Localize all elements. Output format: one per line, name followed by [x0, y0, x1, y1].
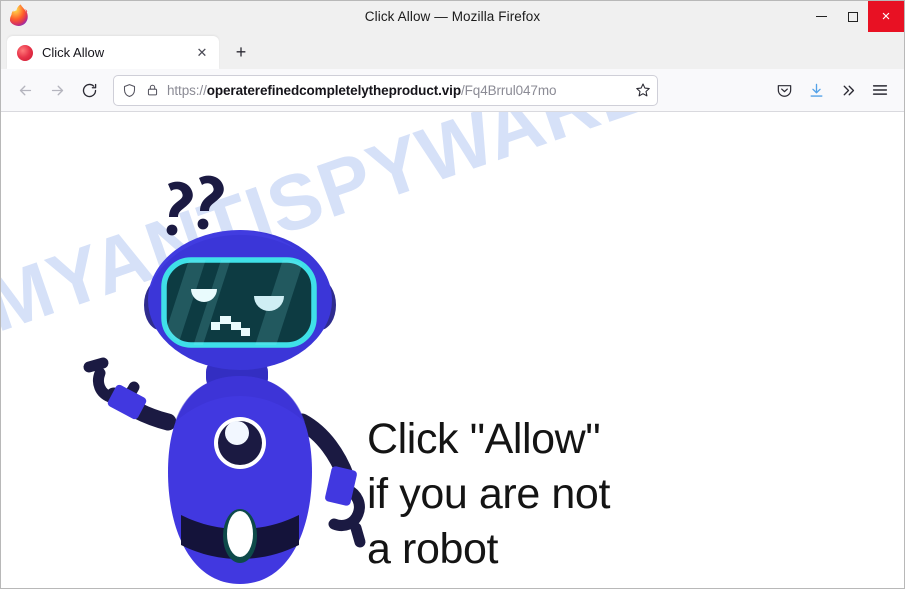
window-title: Click Allow — Mozilla Firefox: [364, 9, 541, 24]
padlock-icon[interactable]: [146, 83, 159, 97]
tab-label: Click Allow: [42, 45, 105, 60]
hamburger-menu-icon[interactable]: [864, 74, 896, 106]
shield-icon[interactable]: [122, 83, 137, 98]
toolbar-right-icons: [768, 74, 896, 106]
back-arrow-icon[interactable]: [9, 74, 41, 106]
star-icon[interactable]: [635, 82, 651, 98]
new-tab-button[interactable]: +: [226, 37, 256, 67]
download-icon[interactable]: [800, 74, 832, 106]
maximize-button[interactable]: [837, 1, 868, 32]
pocket-icon[interactable]: [768, 74, 800, 106]
title-bar: Click Allow — Mozilla Firefox ×: [1, 1, 904, 32]
tab-click-allow[interactable]: Click Allow ✕: [7, 36, 219, 69]
question-marks: [166, 175, 224, 236]
tab-close-icon[interactable]: ✕: [193, 44, 211, 62]
tab-favicon-icon: [17, 44, 33, 61]
minimize-button[interactable]: [806, 1, 837, 32]
navigation-toolbar: https://operaterefinedcompletelytheprodu…: [1, 69, 904, 112]
forward-arrow-icon[interactable]: [41, 74, 73, 106]
firefox-window: Click Allow — Mozilla Firefox × Click Al…: [0, 0, 905, 589]
confused-robot-illustration: [56, 172, 386, 588]
close-window-button[interactable]: ×: [868, 1, 904, 32]
window-controls: ×: [806, 1, 904, 32]
page-content: MYANTISPYWARE.COM Click "Allow" if you a…: [1, 112, 904, 588]
reload-icon[interactable]: [73, 74, 105, 106]
firefox-logo-icon: [7, 4, 29, 26]
tab-strip: Click Allow ✕ +: [1, 32, 904, 69]
robot-belt-buckle: [227, 511, 253, 557]
url-text[interactable]: https://operaterefinedcompletelytheprodu…: [167, 83, 635, 98]
page-headline: Click "Allow" if you are not a robot: [367, 415, 610, 573]
double-chevron-icon[interactable]: [832, 74, 864, 106]
url-bar[interactable]: https://operaterefinedcompletelytheprodu…: [113, 74, 658, 106]
